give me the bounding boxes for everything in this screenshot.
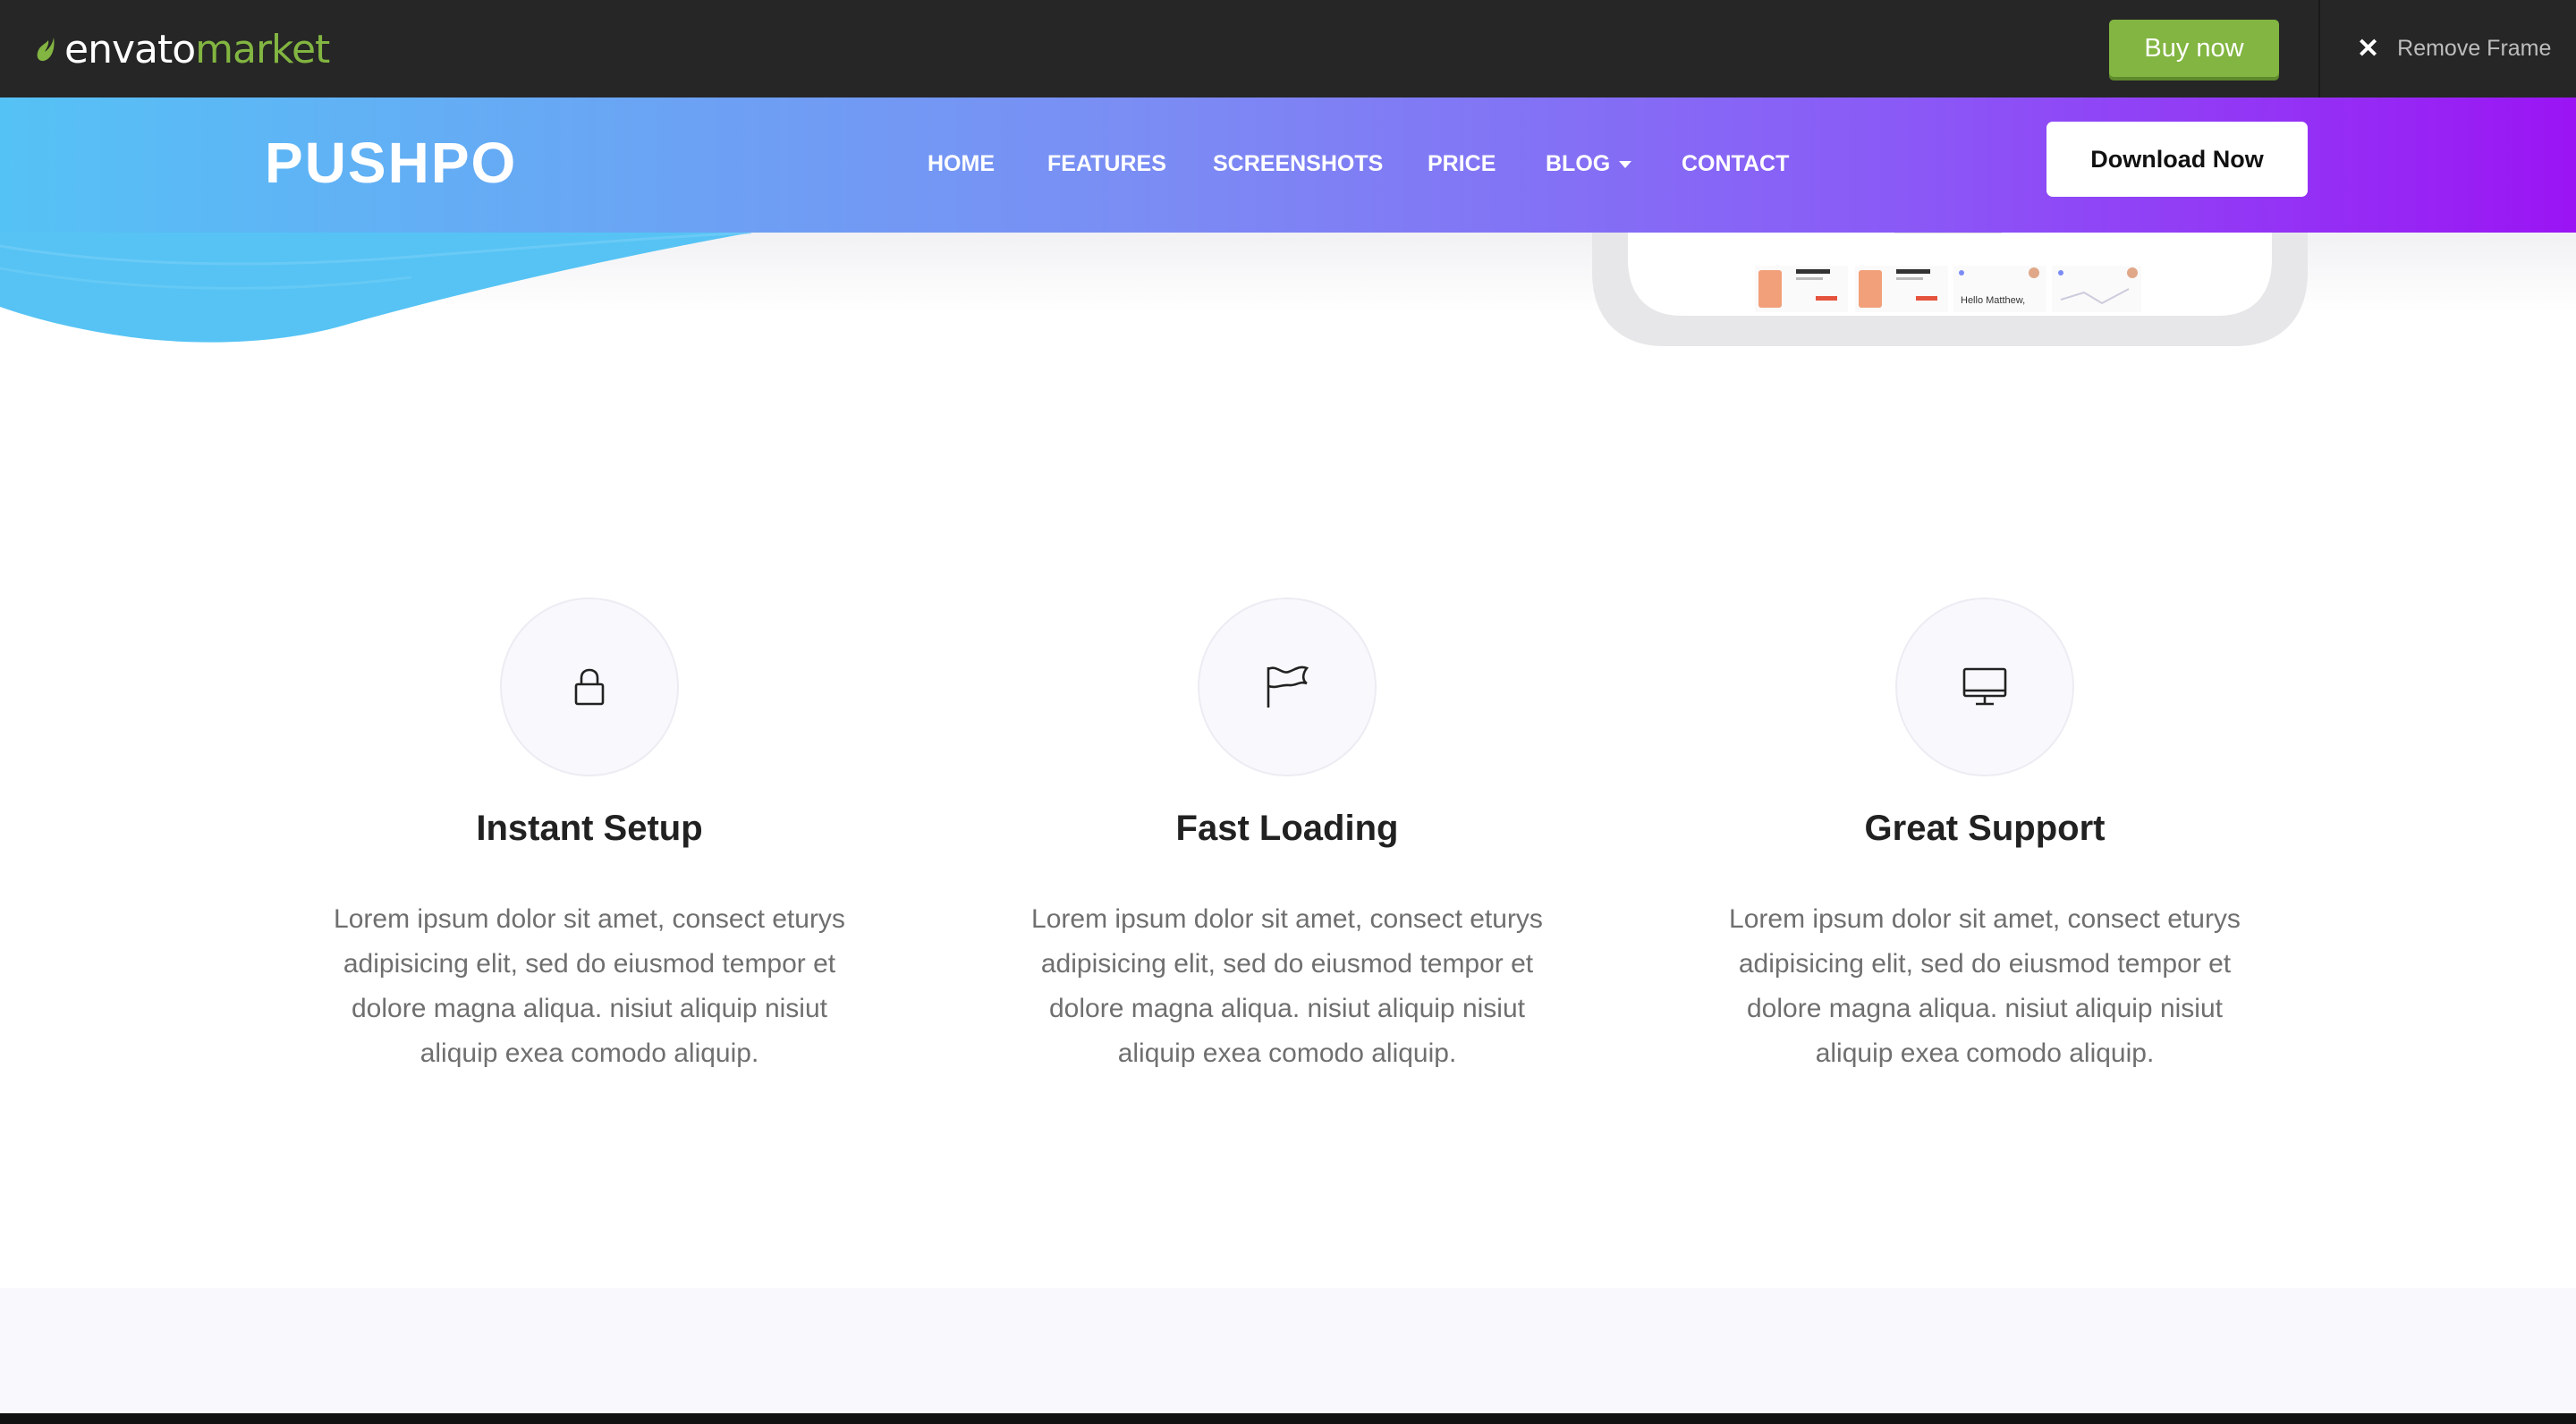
nav-price[interactable]: PRICE — [1428, 151, 1496, 177]
feature-text-line: adipisicing elit, sed do eiusmod tempor … — [1040, 949, 1534, 979]
feature-description: Lorem ipsum dolor sit amet, consect etur… — [1001, 897, 1573, 1076]
download-now-button[interactable]: Download Now — [2046, 122, 2308, 197]
preview-card-4 — [2052, 266, 2141, 312]
feature-text-line: aliquip exea comodo aliquip. — [1815, 1038, 2155, 1068]
feature-text-line: aliquip exea comodo aliquip. — [419, 1038, 759, 1068]
preview-card-1 — [1755, 266, 1848, 312]
remove-frame-label: Remove Frame — [2397, 35, 2552, 61]
bottom-dark-strip — [0, 1413, 2576, 1424]
lock-icon — [574, 668, 605, 706]
envato-logo-word: envato — [64, 26, 196, 72]
feature-text-line: aliquip exea comodo aliquip. — [1117, 1038, 1457, 1068]
market-logo-word: market — [195, 26, 330, 72]
hero-wave-shape — [0, 228, 805, 343]
feature-icon-circle — [500, 598, 679, 776]
preview-card-3: Hello Matthew, — [1953, 266, 2046, 312]
site-header: PUSHPO HOME FEATURES SCREENSHOTS PRICE B… — [0, 97, 2576, 233]
preview-card-3-text: Hello Matthew, — [1961, 295, 2025, 306]
buy-now-button[interactable]: Buy now — [2109, 20, 2279, 77]
feature-text-line: Lorem ipsum dolor sit amet, consect etur… — [1031, 904, 1543, 934]
feature-text-line: adipisicing elit, sed do eiusmod tempor … — [343, 949, 836, 979]
nav-contact[interactable]: CONTACT — [1682, 151, 1789, 177]
feature-description: Lorem ipsum dolor sit amet, consect etur… — [303, 897, 876, 1076]
nav-home[interactable]: HOME — [928, 151, 995, 177]
caret-down-icon — [1619, 161, 1632, 169]
feature-title: Fast Loading — [1175, 809, 1399, 848]
remove-frame-link[interactable]: ✕ Remove Frame — [2357, 29, 2551, 68]
nav-features[interactable]: FEATURES — [1047, 151, 1166, 177]
feature-icon-circle — [1198, 598, 1377, 776]
feature-description: Lorem ipsum dolor sit amet, consect etur… — [1699, 897, 2271, 1076]
feature-title: Instant Setup — [476, 809, 703, 848]
feature-icon-circle — [1895, 598, 2074, 776]
feature-text-line: Lorem ipsum dolor sit amet, consect etur… — [1729, 904, 2241, 934]
feature-title: Great Support — [1864, 809, 2106, 848]
feature-text-line: dolore magna aliqua. nisiut aliquip nisi… — [351, 994, 827, 1023]
envato-leaf-icon — [37, 38, 55, 62]
bar-divider — [2318, 0, 2320, 97]
nav-screenshots[interactable]: SCREENSHOTS — [1213, 151, 1383, 177]
close-icon: ✕ — [2357, 33, 2380, 64]
feature-text-line: dolore magna aliqua. nisiut aliquip nisi… — [1048, 994, 1525, 1023]
nav-blog[interactable]: BLOG — [1546, 151, 1632, 177]
envato-market-logo[interactable]: envato market — [36, 25, 330, 73]
monitor-icon — [1962, 667, 2007, 706]
preview-card-2 — [1855, 266, 1948, 312]
nav-blog-label: BLOG — [1546, 151, 1611, 176]
next-section-background — [0, 1288, 2576, 1413]
feature-text-line: Lorem ipsum dolor sit amet, consect etur… — [334, 904, 845, 934]
feature-text-line: dolore magna aliqua. nisiut aliquip nisi… — [1746, 994, 2223, 1023]
site-logo[interactable]: PUSHPO — [265, 130, 517, 196]
feature-text-line: adipisicing elit, sed do eiusmod tempor … — [1738, 949, 2232, 979]
envato-top-bar: envato market Buy now ✕ Remove Frame — [0, 0, 2576, 97]
flag-icon — [1267, 665, 1309, 708]
